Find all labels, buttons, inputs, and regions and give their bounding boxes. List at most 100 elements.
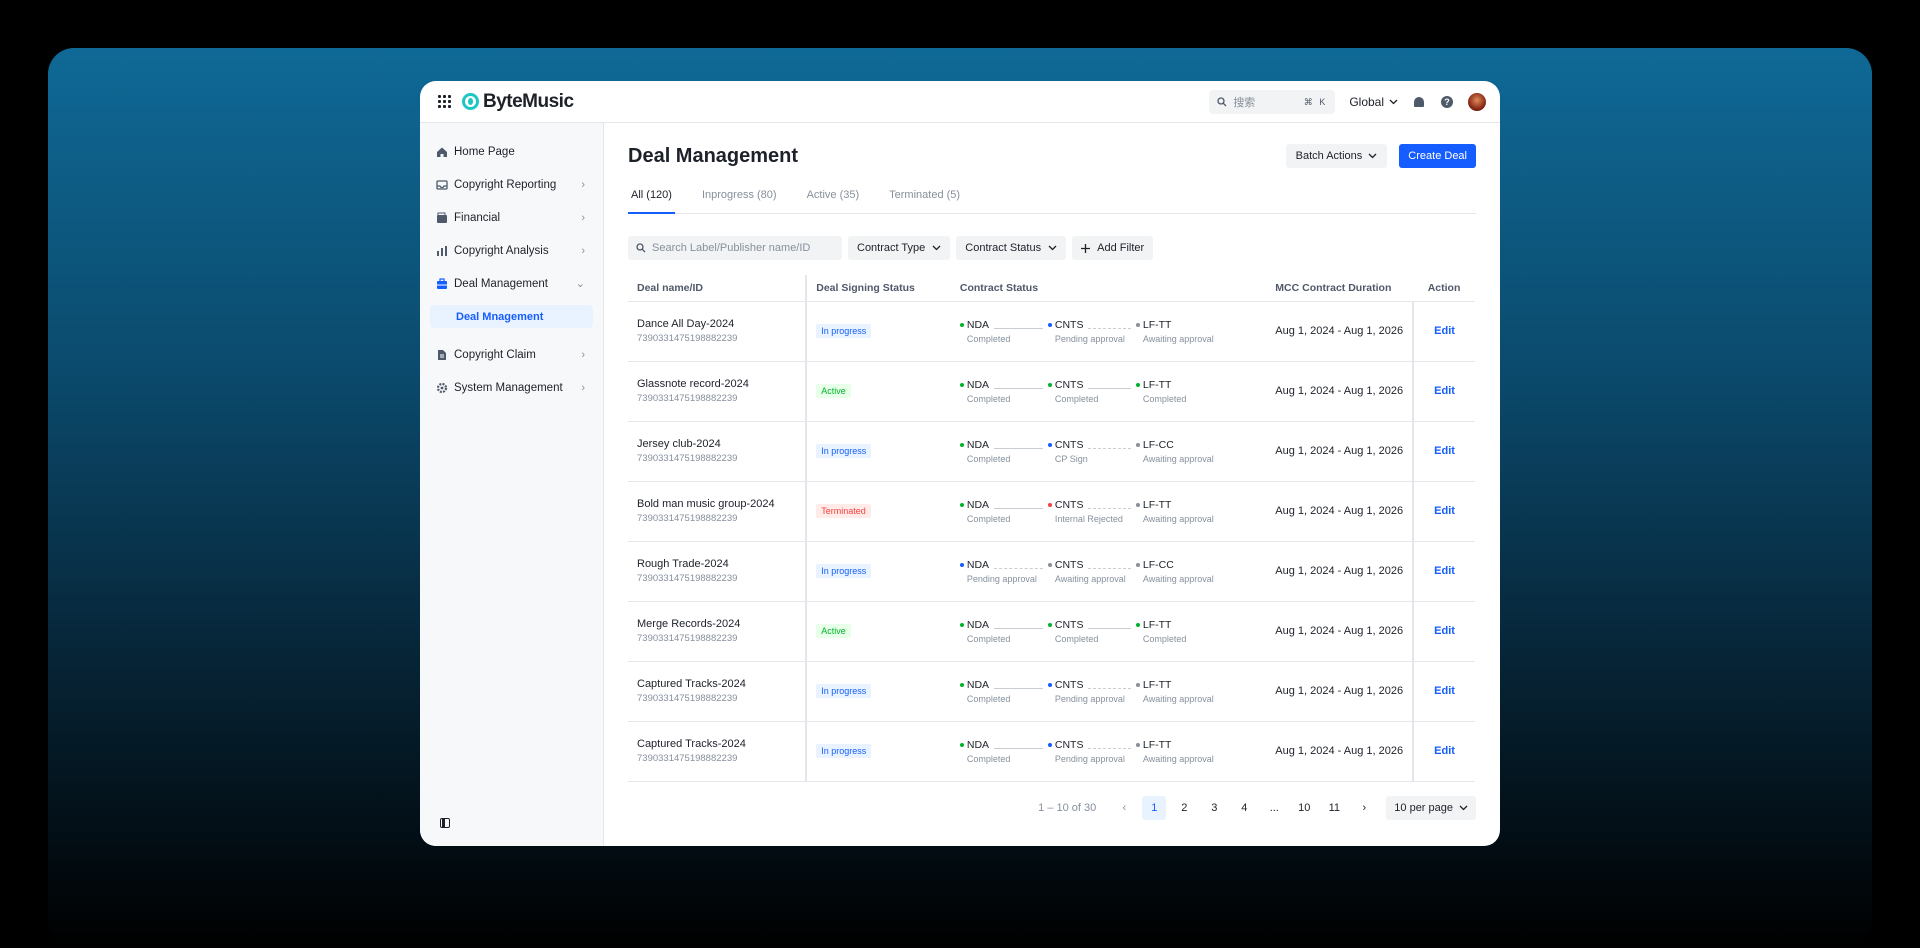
deal-name[interactable]: Jersey club-2024: [637, 438, 796, 450]
step-status-dot: [1135, 683, 1140, 687]
deal-cell: Captured Tracks-2024 7390331475198882239: [628, 721, 808, 782]
tab-active[interactable]: Active (35): [804, 177, 863, 213]
deal-name[interactable]: Rough Trade-2024: [637, 558, 796, 570]
user-avatar[interactable]: [1468, 93, 1486, 111]
deal-id: 7390331475198882239: [637, 393, 738, 404]
status-badge: In progress: [816, 324, 872, 338]
step-status-dot: [1047, 323, 1052, 327]
region-select[interactable]: Global: [1349, 95, 1398, 109]
prev-page-icon[interactable]: ‹: [1112, 796, 1136, 820]
signing-status-cell: In progress: [806, 721, 951, 782]
step-status: Awaiting approval: [1142, 694, 1214, 704]
page-10[interactable]: 10: [1292, 796, 1316, 820]
page-size-label: 10 per page: [1394, 802, 1453, 814]
contract-step-3: LF-TT Completed: [1135, 378, 1187, 404]
edit-link[interactable]: Edit: [1434, 445, 1455, 457]
page-ellipsis[interactable]: ...: [1262, 796, 1286, 820]
sidebar-item-home[interactable]: Home Page: [430, 135, 593, 168]
notification-bell-icon[interactable]: [1412, 95, 1426, 109]
table-row[interactable]: Rough Trade-2024 7390331475198882239 In pr…: [628, 541, 1475, 602]
page-4[interactable]: 4: [1232, 796, 1256, 820]
deal-name[interactable]: Bold man music group-2024: [637, 498, 796, 510]
deal-name[interactable]: Glassnote record-2024: [637, 378, 796, 390]
sidebar-item-label: Home Page: [454, 145, 515, 158]
contract-duration: Aug 1, 2024 - Aug 1, 2026: [1275, 565, 1404, 577]
deal-name[interactable]: Captured Tracks-2024: [637, 678, 796, 690]
step-label: LF-TT: [1142, 739, 1172, 751]
step-connector: [1088, 568, 1131, 569]
edit-link[interactable]: Edit: [1434, 385, 1455, 397]
contract-step-3: LF-TT Awaiting approval: [1135, 678, 1214, 704]
page-1[interactable]: 1: [1142, 796, 1167, 820]
table-row[interactable]: Merge Records-2024 7390331475198882239 Act…: [628, 601, 1475, 662]
contract-step-2: CNTS Pending approval: [1047, 738, 1136, 764]
sidebar-collapse-icon[interactable]: [440, 818, 450, 828]
table-row[interactable]: Dance All Day-2024 7390331475198882239 In …: [628, 301, 1475, 362]
deal-name[interactable]: Merge Records-2024: [637, 618, 796, 630]
step-status-dot: [1047, 743, 1052, 747]
table-row[interactable]: Bold man music group-2024 739033147519888…: [628, 481, 1475, 542]
contract-step-2: CNTS Internal Rejected: [1047, 498, 1136, 524]
sidebar-subitem-deal-management[interactable]: Deal Mnagement: [430, 305, 593, 328]
deal-name[interactable]: Captured Tracks-2024: [637, 738, 796, 750]
step-status: Completed: [1142, 394, 1187, 404]
edit-link[interactable]: Edit: [1434, 325, 1455, 337]
contract-steps: NDA Completed CNTS Completed LF-TT Completed: [959, 618, 1257, 644]
page-size-select[interactable]: 10 per page: [1386, 796, 1476, 820]
status-badge: Active: [816, 624, 851, 638]
tab-all[interactable]: All (120): [628, 177, 675, 214]
help-icon[interactable]: ?: [1440, 95, 1454, 109]
step-status-dot: [1047, 443, 1052, 447]
contract-type-filter[interactable]: Contract Type: [848, 236, 951, 260]
deals-table: Deal name/ID Deal Signing Status Contrac…: [628, 275, 1475, 782]
step-label: CNTS: [1054, 739, 1084, 751]
step-status: Awaiting approval: [1142, 514, 1214, 524]
sidebar-item-copyright-analysis[interactable]: Copyright Analysis ›: [430, 234, 593, 267]
add-filter-button[interactable]: Add Filter: [1072, 236, 1154, 260]
sidebar-item-financial[interactable]: Financial ›: [430, 201, 593, 234]
create-deal-button[interactable]: Create Deal: [1399, 144, 1476, 168]
edit-link[interactable]: Edit: [1434, 685, 1455, 697]
tab-inprogress[interactable]: Inprogress (80): [699, 177, 780, 213]
contract-step-1: NDA Pending approval: [959, 558, 1048, 584]
plus-icon: [1081, 243, 1091, 253]
sidebar-item-copyright-claim[interactable]: Copyright Claim ›: [430, 338, 593, 371]
deal-cell: Rough Trade-2024 7390331475198882239: [628, 541, 808, 602]
sidebar-item-deal-management[interactable]: Deal Management ⌄: [430, 267, 593, 300]
table-row[interactable]: Captured Tracks-2024 7390331475198882239 I…: [628, 721, 1475, 782]
app-grid-icon[interactable]: [438, 94, 452, 109]
sidebar-item-copyright-reporting[interactable]: Copyright Reporting ›: [430, 168, 593, 201]
contract-steps: NDA Completed CNTS CP Sign LF-CC Awaiting app…: [959, 438, 1257, 464]
sidebar-item-system-management[interactable]: System Management ›: [430, 371, 593, 404]
edit-link[interactable]: Edit: [1434, 505, 1455, 517]
contract-steps: NDA Completed CNTS Pending approval LF-TT Awa…: [959, 738, 1257, 764]
step-connector: [994, 628, 1043, 629]
table-row[interactable]: Glassnote record-2024 7390331475198882239…: [628, 361, 1475, 422]
contract-step-3: LF-TT Awaiting approval: [1135, 318, 1214, 344]
contract-status-filter[interactable]: Contract Status: [956, 236, 1067, 260]
page-2[interactable]: 2: [1172, 796, 1196, 820]
contract-status-cell: NDA Completed CNTS Completed LF-TT Completed: [950, 601, 1267, 662]
edit-link[interactable]: Edit: [1434, 565, 1455, 577]
app-logo[interactable]: ByteMusic: [462, 91, 574, 113]
global-search-input[interactable]: 搜索 ⌘ K: [1209, 90, 1336, 114]
step-status: CP Sign: [1054, 454, 1088, 464]
deal-id: 7390331475198882239: [637, 573, 738, 584]
contract-status-cell: NDA Completed CNTS Pending approval LF-TT Awa…: [950, 301, 1267, 362]
page-3[interactable]: 3: [1202, 796, 1226, 820]
page-11[interactable]: 11: [1322, 796, 1346, 820]
deal-search-input[interactable]: Search Label/Publisher name/ID: [628, 236, 842, 260]
batch-actions-button[interactable]: Batch Actions: [1285, 144, 1388, 168]
table-row[interactable]: Jersey club-2024 7390331475198882239 In pr…: [628, 421, 1475, 482]
edit-link[interactable]: Edit: [1434, 745, 1455, 757]
table-row[interactable]: Captured Tracks-2024 7390331475198882239 I…: [628, 661, 1475, 722]
tab-terminated[interactable]: Terminated (5): [886, 177, 963, 213]
contract-step-2: CNTS Awaiting approval: [1047, 558, 1136, 584]
next-page-icon[interactable]: ›: [1352, 796, 1376, 820]
duration-cell: Aug 1, 2024 - Aug 1, 2026: [1266, 601, 1415, 662]
app-name: ByteMusic: [483, 90, 574, 112]
contract-status-cell: NDA Completed CNTS Pending approval LF-TT Awa…: [950, 661, 1267, 722]
action-cell: Edit: [1413, 361, 1475, 422]
deal-name[interactable]: Dance All Day-2024: [637, 318, 796, 330]
edit-link[interactable]: Edit: [1434, 625, 1455, 637]
